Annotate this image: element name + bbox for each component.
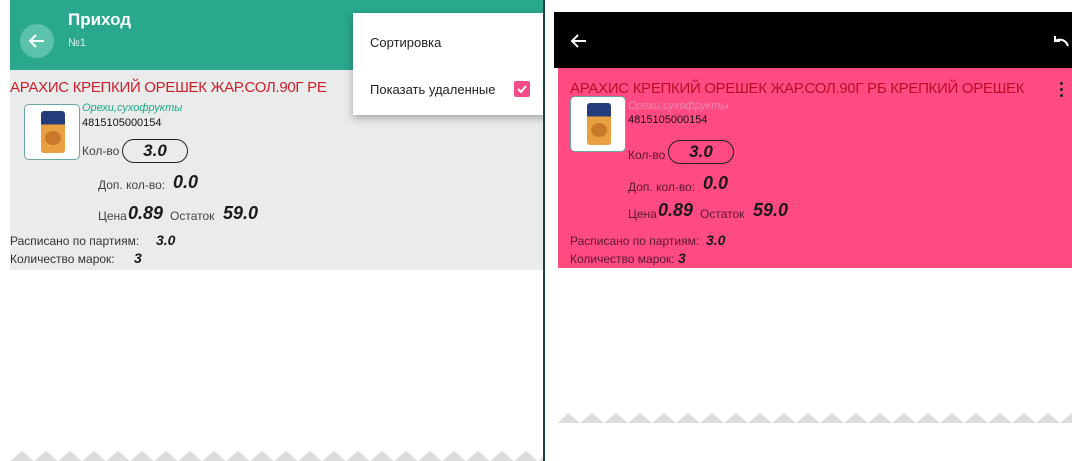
- menu-item-show-deleted[interactable]: Показать удаленные: [370, 82, 496, 97]
- page-title: Приход: [68, 10, 132, 29]
- extra-qty-label: Доп. кол-во:: [98, 178, 166, 192]
- stock-value: 59.0: [223, 203, 259, 223]
- batches-value: 3.0: [706, 232, 726, 248]
- torn-edge: [558, 413, 1072, 423]
- batches-label: Расписано по партиям:: [10, 234, 140, 248]
- stock-label: Остаток: [170, 209, 215, 223]
- batches-value: 3.0: [156, 232, 176, 248]
- menu-item-sort[interactable]: Сортировка: [370, 35, 441, 50]
- price-label: Цена: [628, 207, 657, 221]
- extra-qty-label: Доп. кол-во:: [628, 180, 696, 194]
- product-thumbnail[interactable]: [24, 104, 80, 160]
- extra-qty-value: 0.0: [703, 173, 729, 193]
- torn-edge: [10, 451, 543, 461]
- batches-label: Расписано по партиям:: [570, 234, 700, 248]
- undo-icon[interactable]: [1052, 34, 1070, 50]
- stock-value: 59.0: [753, 200, 789, 220]
- product-name: АРАХИС КРЕПКИЙ ОРЕШЕК ЖАР.СОЛ.90Г РЕ: [10, 79, 327, 96]
- marks-label: Количество марок:: [10, 252, 115, 266]
- product-barcode: 4815105000154: [82, 117, 162, 129]
- marks-value: 3: [134, 250, 142, 266]
- marks-value: 3: [678, 250, 686, 266]
- left-screenshot: Приход №1 АРАХИС КРЕПКИЙ ОРЕШЕК ЖАР.СОЛ.…: [10, 0, 545, 461]
- qty-value[interactable]: 3.0: [668, 140, 734, 164]
- price-label: Цена: [98, 209, 127, 223]
- qty-value[interactable]: 3.0: [122, 139, 188, 163]
- back-button[interactable]: [20, 24, 54, 58]
- price-value: 0.89: [658, 200, 694, 220]
- page-subtitle: №1: [68, 37, 86, 49]
- back-arrow-icon[interactable]: [570, 32, 588, 50]
- extra-qty-value: 0.0: [173, 172, 199, 192]
- back-arrow-icon: [28, 34, 44, 48]
- product-name: АРАХИС КРЕПКИЙ ОРЕШЕК ЖАР.СОЛ.90Г РБ КРЕ…: [570, 80, 1025, 97]
- right-screenshot: АРАХИС КРЕПКИЙ ОРЕШЕК ЖАР.СОЛ.90Г РБ КРЕ…: [554, 0, 1072, 461]
- product-category: Орехи,сухофрукты: [628, 100, 729, 112]
- overflow-menu: Сортировка Показать удаленные: [353, 13, 545, 115]
- more-vert-icon[interactable]: [1058, 82, 1064, 100]
- app-bar: [554, 12, 1072, 68]
- product-barcode: 4815105000154: [628, 114, 708, 126]
- product-card-deleted[interactable]: АРАХИС КРЕПКИЙ ОРЕШЕК ЖАР.СОЛ.90Г РБ КРЕ…: [558, 68, 1072, 268]
- qty-label: Кол-во: [628, 148, 666, 162]
- price-value: 0.89: [128, 203, 164, 223]
- qty-label: Кол-во: [82, 144, 120, 158]
- product-category: Орехи,сухофрукты: [82, 102, 183, 114]
- frame-border: [543, 0, 545, 461]
- product-thumbnail[interactable]: [570, 96, 626, 152]
- marks-label: Количество марок:: [570, 252, 675, 266]
- checkbox-checked-icon[interactable]: [514, 81, 530, 97]
- stock-label: Остаток: [700, 207, 745, 221]
